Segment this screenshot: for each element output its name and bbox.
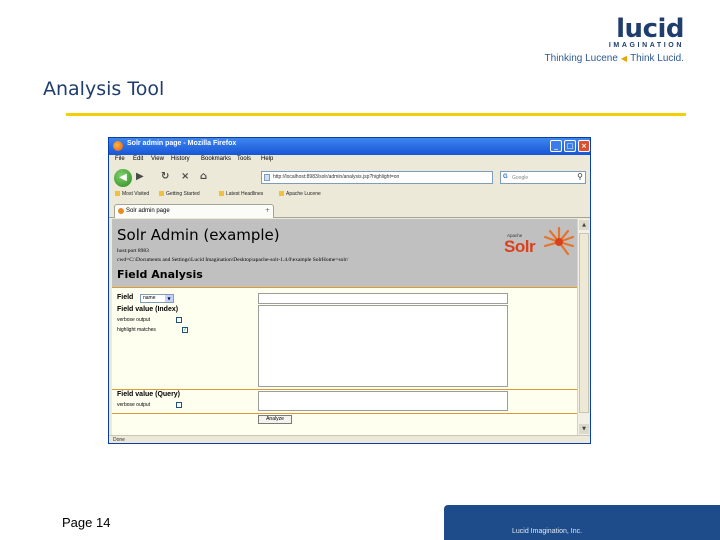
field-select-value: name: [143, 295, 156, 301]
solr-header: Solr Admin (example) host:port 8983 cwd=…: [112, 219, 577, 287]
bookmark-apache-lucene[interactable]: Apache Lucene: [279, 191, 321, 197]
menu-file[interactable]: File: [115, 156, 125, 162]
browser-window: Solr admin page - Mozilla Firefox _ □ × …: [108, 137, 591, 444]
url-text: http://localhost:8983/solr/admin/analysi…: [273, 174, 400, 180]
verbose-output-query-label: verbose output: [117, 402, 151, 408]
tagline: Thinking Lucene ◀ Think Lucid.: [545, 53, 684, 64]
vertical-scrollbar[interactable]: ▲ ▼: [577, 219, 589, 435]
solr-favicon-icon: [118, 208, 124, 214]
back-button[interactable]: ◀: [114, 169, 132, 187]
logo-word: lucid: [616, 14, 684, 44]
scroll-up-icon[interactable]: ▲: [579, 220, 589, 230]
field-select[interactable]: name ▼: [140, 294, 174, 303]
tagline-left: Thinking Lucene: [544, 53, 618, 64]
bookmarks-toolbar: Most Visited Getting Started Latest Head…: [109, 189, 590, 202]
footer-text: Lucid Imagination, Inc.: [512, 528, 583, 535]
highlight-matches-label: highlight matches: [117, 327, 156, 333]
bookmark-latest-headlines[interactable]: Latest Headlines: [219, 191, 263, 197]
new-tab-button[interactable]: +: [265, 207, 270, 214]
page-content: Solr Admin (example) host:port 8983 cwd=…: [112, 219, 577, 435]
window-titlebar: Solr admin page - Mozilla Firefox _ □ ×: [109, 138, 590, 155]
home-button[interactable]: ⌂: [200, 170, 207, 184]
scroll-thumb[interactable]: [579, 233, 589, 413]
tagline-right: Think Lucid.: [630, 53, 684, 64]
status-text: Done: [113, 437, 125, 443]
verbose-output-query-checkbox[interactable]: [176, 402, 182, 408]
bookmark-getting-started[interactable]: Getting Started: [159, 191, 200, 197]
page-icon: [264, 174, 270, 181]
bookmark-most-visited[interactable]: Most Visited: [115, 191, 149, 197]
field-value-index-label: Field value (Index): [117, 306, 179, 313]
search-placeholder: Google: [512, 175, 529, 181]
tab-label: Solr admin page: [126, 208, 170, 214]
slide-title: Analysis Tool: [43, 78, 165, 100]
verbose-output-checkbox[interactable]: [176, 317, 182, 323]
minimize-button[interactable]: _: [550, 140, 562, 152]
window-title: Solr admin page - Mozilla Firefox: [127, 140, 237, 147]
search-icon[interactable]: ⚲: [577, 172, 583, 181]
menu-view[interactable]: View: [151, 156, 164, 162]
highlight-matches-checkbox[interactable]: ✓: [182, 327, 188, 333]
footer-band: Lucid Imagination, Inc.: [444, 505, 720, 540]
field-value-query-label: Field value (Query): [117, 391, 181, 398]
close-button[interactable]: ×: [578, 140, 590, 152]
status-bar: Done: [109, 435, 590, 443]
separator: [112, 413, 577, 414]
solr-logo: Apache Solr: [502, 225, 576, 265]
firefox-icon: [113, 141, 123, 151]
menu-edit[interactable]: Edit: [133, 156, 143, 162]
reload-button[interactable]: ↻: [161, 170, 169, 184]
menu-bar: File Edit View History Bookmarks Tools H…: [109, 155, 590, 167]
menu-history[interactable]: History: [171, 156, 190, 162]
solr-word: Solr: [504, 237, 536, 256]
query-value-textarea[interactable]: [258, 391, 508, 411]
logo-sub: IMAGINATION: [608, 42, 684, 49]
field-name-input[interactable]: [258, 293, 508, 304]
solr-sun-icon: [543, 226, 575, 256]
menu-help[interactable]: Help: [261, 156, 273, 162]
verbose-output-label: verbose output: [117, 317, 151, 323]
stop-button[interactable]: ×: [181, 170, 189, 184]
menu-bookmarks[interactable]: Bookmarks: [201, 156, 231, 162]
maximize-button[interactable]: □: [564, 140, 576, 152]
solr-title: Solr Admin (example): [117, 226, 280, 244]
field-analysis-heading: Field Analysis: [117, 268, 203, 281]
search-box[interactable]: G Google ⚲: [500, 171, 586, 184]
arrow-icon: ◀: [620, 54, 628, 63]
title-underline: [66, 113, 686, 116]
host-line: host:port 8983: [117, 248, 149, 254]
tab-solr-admin[interactable]: Solr admin page +: [114, 204, 274, 218]
scroll-down-icon[interactable]: ▼: [579, 424, 589, 434]
google-icon: G: [503, 174, 508, 180]
analyze-button[interactable]: Analyze: [258, 415, 292, 424]
menu-tools[interactable]: Tools: [237, 156, 251, 162]
tab-strip: Solr admin page +: [109, 202, 590, 218]
cwd-line: cwd=C:\Documents and Settings\Lucid Imag…: [117, 257, 349, 263]
field-label: Field: [117, 294, 134, 301]
page-number: Page 14: [62, 515, 111, 530]
separator: [112, 287, 577, 288]
chevron-down-icon: ▼: [165, 295, 173, 302]
index-value-textarea[interactable]: [258, 305, 508, 387]
forward-button[interactable]: ▶: [136, 170, 144, 184]
url-bar[interactable]: http://localhost:8983/solr/admin/analysi…: [261, 171, 493, 184]
separator: [112, 389, 577, 390]
navigation-toolbar: ◀ ▶ ↻ × ⌂ http://localhost:8983/solr/adm…: [109, 167, 590, 189]
